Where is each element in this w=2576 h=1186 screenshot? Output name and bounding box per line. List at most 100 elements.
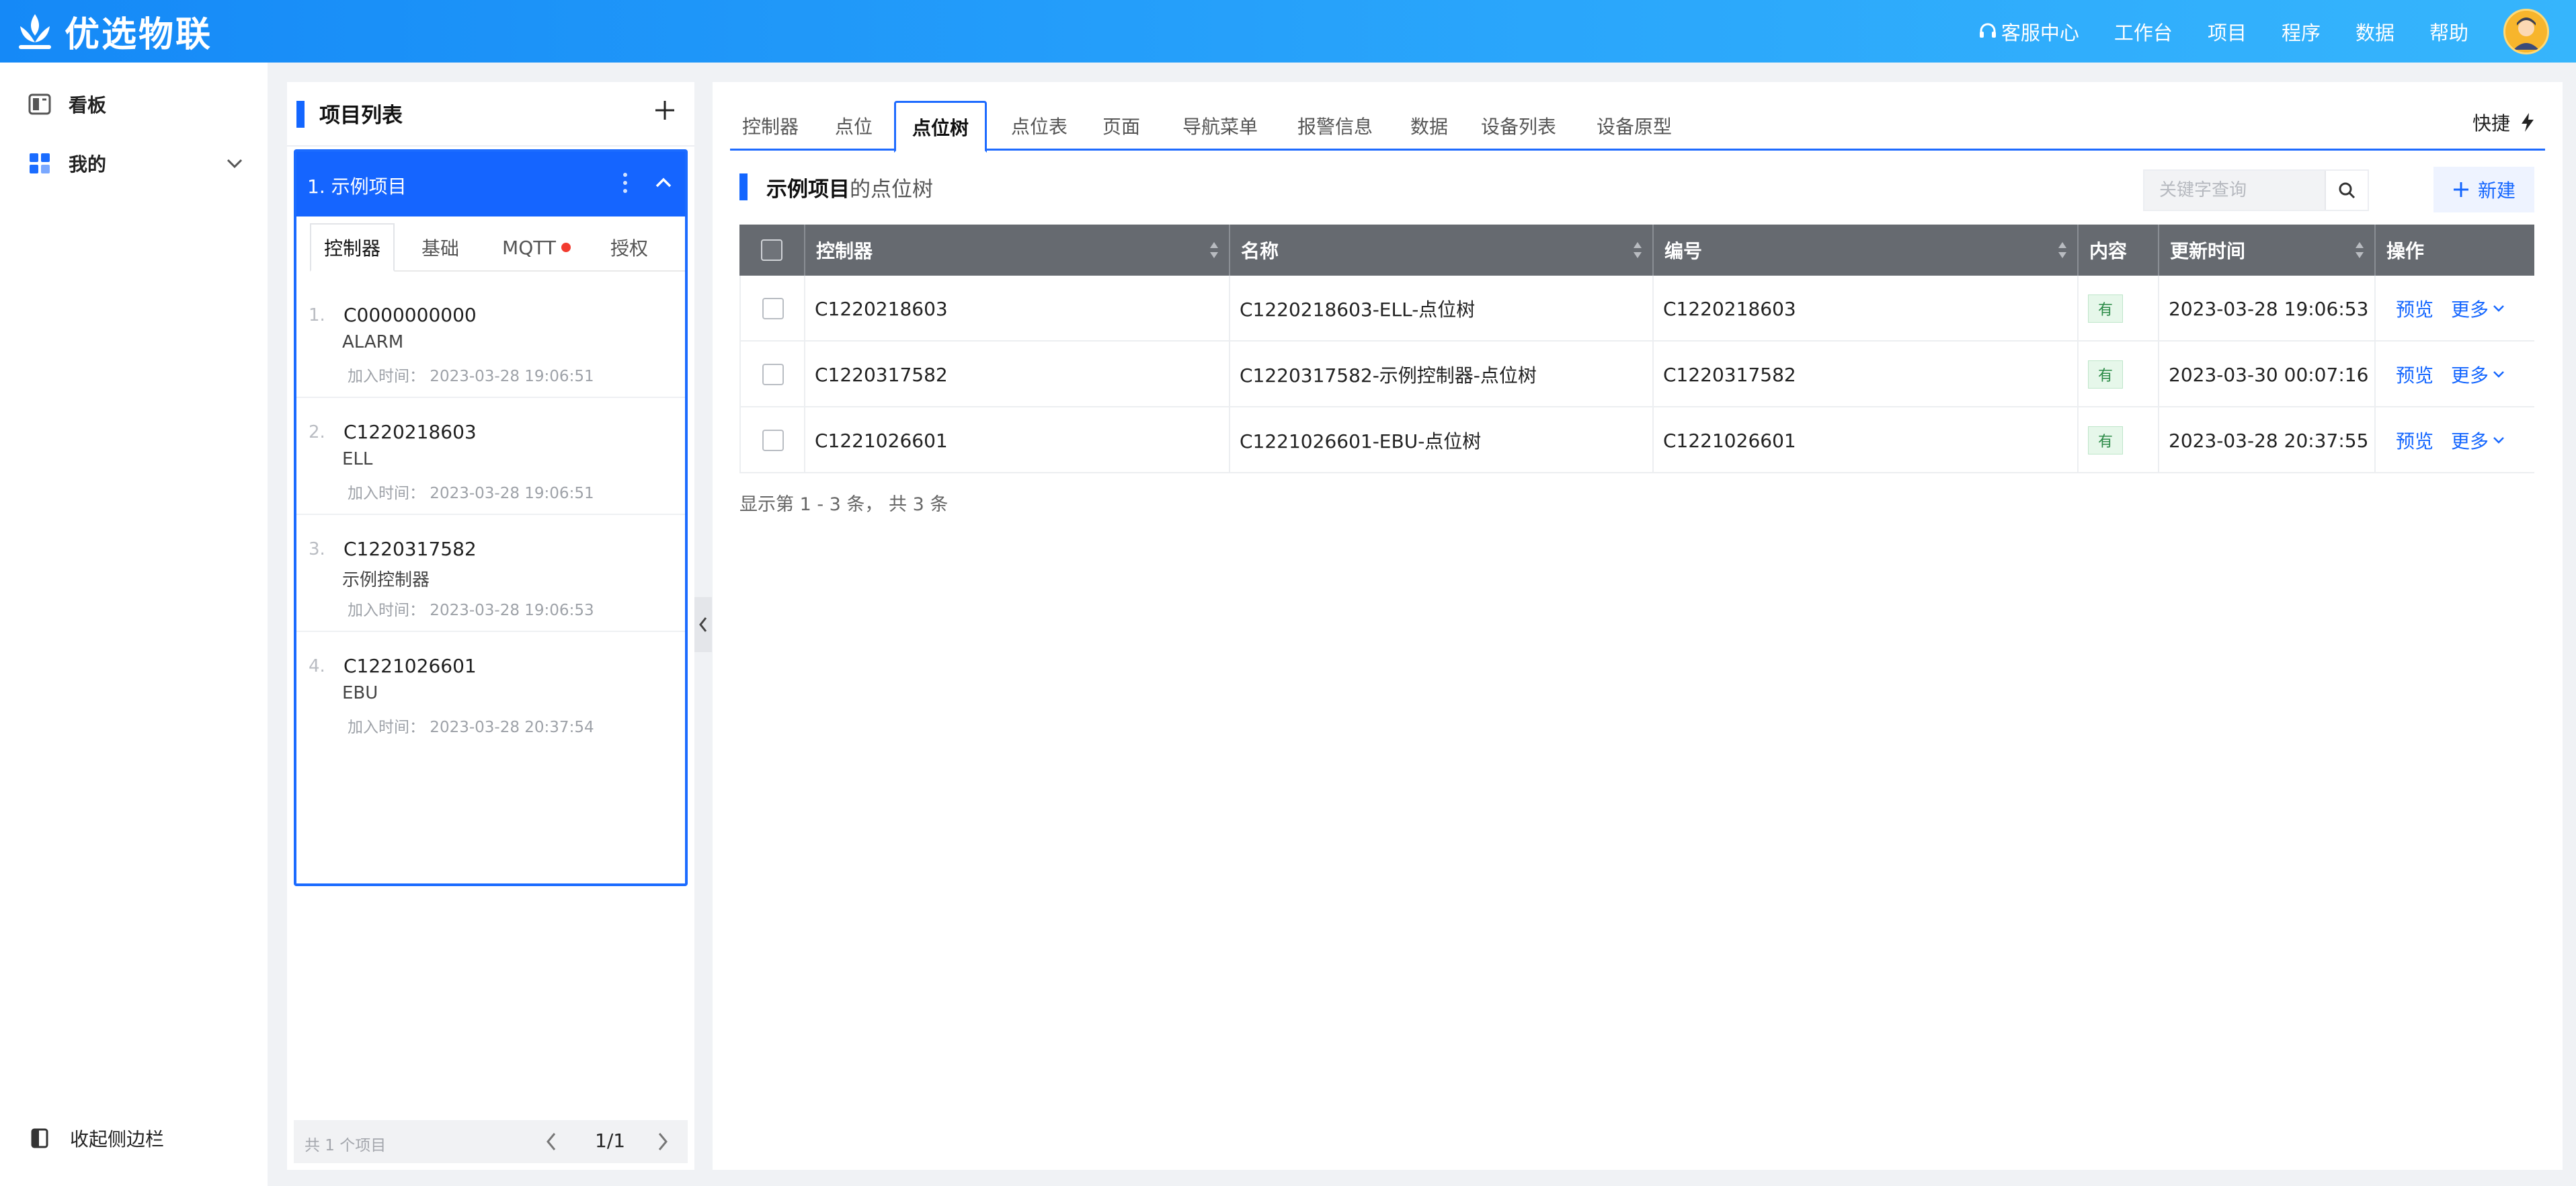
nav-support[interactable]: 客服中心 — [1978, 17, 2079, 46]
col-actions: 操作 — [2386, 240, 2425, 262]
select-all-cell — [739, 225, 805, 276]
controller-code: C0000000000 — [344, 304, 477, 326]
more-dropdown[interactable]: 更多 — [2451, 427, 2505, 454]
tab-pages[interactable]: 页面 — [1089, 101, 1154, 151]
table-row: C1220218603 C1220218603-ELL-点位树 C1220218… — [739, 276, 2534, 342]
row-checkbox[interactable] — [762, 364, 784, 385]
preview-link[interactable]: 预览 — [2396, 295, 2433, 322]
table-row: C1221026601 C1221026601-EBU-点位树 C1221026… — [739, 407, 2534, 473]
sidebar: 看板 我的 收起侧边栏 — [0, 63, 268, 1186]
point-tree-table: 控制器 名称 编号 内容 更新时间 操作 C1220218603 C122021… — [739, 225, 2534, 473]
selected-project[interactable]: 1. 示例项目 — [296, 152, 685, 216]
list-item[interactable]: 4. C1221026601 EBU 加入时间： 2023-03-28 20:3… — [296, 632, 685, 749]
user-avatar[interactable] — [2503, 8, 2549, 54]
select-all-checkbox[interactable] — [761, 239, 782, 261]
controller-code: C1220218603 — [344, 421, 477, 443]
dashboard-icon — [28, 93, 51, 115]
nav-data[interactable]: 数据 — [2356, 17, 2394, 46]
tab-auth[interactable]: 授权 — [587, 223, 672, 272]
add-project-icon[interactable] — [651, 97, 678, 124]
content-badge: 有 — [2088, 360, 2124, 389]
col-controller[interactable]: 控制器 — [805, 225, 1230, 276]
chevron-left-icon — [699, 617, 707, 632]
sort-icon — [2356, 242, 2364, 258]
row-checkbox[interactable] — [762, 430, 784, 451]
tab-point-tree[interactable]: 点位树 — [894, 101, 987, 153]
collapse-sidebar-button[interactable]: 收起侧边栏 — [31, 1125, 164, 1152]
tab-point-table[interactable]: 点位表 — [999, 101, 1080, 151]
sort-icon — [2058, 242, 2066, 258]
tab-data[interactable]: 数据 — [1402, 101, 1456, 151]
more-vertical-icon[interactable] — [620, 169, 630, 196]
search-box — [2143, 169, 2369, 211]
preview-link[interactable]: 预览 — [2396, 427, 2433, 454]
controller-desc: ELL — [342, 449, 373, 469]
nav-help[interactable]: 帮助 — [2429, 17, 2468, 46]
controller-joined: 加入时间： 2023-03-28 19:06:53 — [348, 602, 594, 619]
avatar-icon — [2505, 10, 2547, 52]
project-list-panel: 项目列表 1. 示例项目 控制器 基础 MQTT 授权 1. C00000000… — [287, 82, 694, 1170]
controller-code: C1220317582 — [344, 538, 477, 560]
panel-left-icon — [31, 1128, 48, 1148]
chevron-left-icon[interactable] — [544, 1131, 559, 1152]
chevron-down-icon — [2493, 305, 2504, 312]
col-code[interactable]: 编号 — [1654, 225, 2079, 276]
tab-alarm-info[interactable]: 报警信息 — [1283, 101, 1387, 151]
title-accent-bar — [296, 101, 305, 128]
controller-joined: 加入时间： 2023-03-28 19:06:51 — [348, 368, 594, 385]
table-summary: 显示第 1 - 3 条， 共 3 条 — [739, 494, 949, 515]
sidebar-item-mine[interactable]: 我的 — [28, 150, 243, 177]
controller-desc: EBU — [342, 683, 378, 703]
brand[interactable]: 优选物联 — [15, 6, 212, 56]
mqtt-alert-dot — [561, 243, 571, 252]
list-item[interactable]: 3. C1220317582 示例控制器 加入时间： 2023-03-28 19… — [296, 515, 685, 632]
tab-mqtt[interactable]: MQTT — [486, 223, 587, 272]
tab-device-prototype[interactable]: 设备原型 — [1584, 101, 1685, 151]
project-tabs: 控制器 基础 MQTT 授权 — [310, 223, 685, 272]
controller-joined: 加入时间： 2023-03-28 19:06:51 — [348, 485, 594, 502]
sort-icon — [1634, 242, 1642, 258]
lightning-icon — [2522, 113, 2534, 132]
list-item[interactable]: 1. C0000000000 ALARM 加入时间： 2023-03-28 19… — [296, 281, 685, 398]
tab-nav-menu[interactable]: 导航菜单 — [1170, 101, 1271, 151]
headset-icon — [1979, 23, 1996, 38]
new-button[interactable]: 新建 — [2433, 167, 2534, 212]
search-input[interactable] — [2159, 180, 2341, 200]
list-item[interactable]: 2. C1220218603 ELL 加入时间： 2023-03-28 19:0… — [296, 398, 685, 515]
search-icon — [2339, 182, 2356, 199]
preview-link[interactable]: 预览 — [2396, 361, 2433, 388]
tab-points[interactable]: 点位 — [821, 101, 886, 151]
controller-joined: 加入时间： 2023-03-28 20:37:54 — [348, 719, 594, 736]
content-badge: 有 — [2088, 426, 2124, 454]
nav-workbench[interactable]: 工作台 — [2114, 17, 2173, 46]
controller-code: C1221026601 — [344, 655, 477, 677]
tab-controller[interactable]: 控制器 — [730, 101, 811, 151]
chevron-up-icon[interactable] — [654, 173, 673, 192]
search-button[interactable] — [2325, 171, 2368, 210]
page-indicator: 1/1 — [595, 1130, 626, 1152]
project-card: 1. 示例项目 控制器 基础 MQTT 授权 1. C0000000000 AL… — [294, 149, 688, 886]
chevron-right-icon[interactable] — [655, 1131, 670, 1152]
col-name[interactable]: 名称 — [1230, 225, 1654, 276]
top-nav: 客服中心 工作台 项目 程序 数据 帮助 — [1978, 0, 2576, 63]
more-dropdown[interactable]: 更多 — [2451, 295, 2505, 322]
sort-icon — [1210, 242, 1218, 258]
chevron-down-icon — [2493, 437, 2504, 444]
grid-icon — [30, 153, 50, 173]
nav-programs[interactable]: 程序 — [2282, 17, 2321, 46]
nav-projects[interactable]: 项目 — [2208, 17, 2247, 46]
more-dropdown[interactable]: 更多 — [2451, 361, 2505, 388]
project-list-title: 项目列表 — [319, 104, 403, 128]
tab-controllers[interactable]: 控制器 — [310, 223, 395, 272]
row-checkbox[interactable] — [762, 298, 784, 319]
table-row: C1220317582 C1220317582-示例控制器-点位树 C12203… — [739, 342, 2534, 407]
col-updated[interactable]: 更新时间 — [2159, 225, 2376, 276]
controller-desc: ALARM — [342, 332, 404, 352]
chevron-down-icon — [2493, 371, 2504, 378]
tab-basic[interactable]: 基础 — [395, 223, 486, 272]
quick-actions-button[interactable]: 快捷 — [2472, 109, 2536, 136]
project-pagination: 共 1 个项目 1/1 — [294, 1120, 688, 1163]
tab-device-list[interactable]: 设备列表 — [1468, 101, 1569, 151]
sidebar-item-dashboard[interactable]: 看板 — [28, 91, 243, 118]
collapse-panel-handle[interactable] — [694, 597, 712, 652]
